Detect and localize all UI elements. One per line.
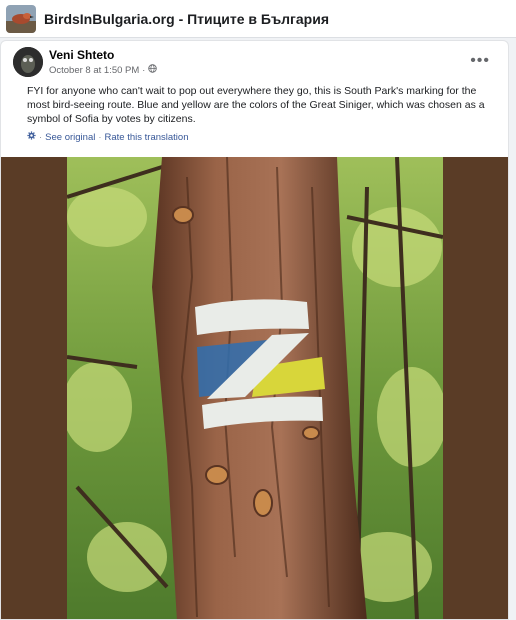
post-header: Veni Shteto October 8 at 1:50 PM · ••• — [13, 47, 496, 81]
post-timestamp[interactable]: October 8 at 1:50 PM — [49, 65, 139, 76]
translate-separator-2: · — [98, 131, 102, 143]
rate-translation-link[interactable]: Rate this translation — [105, 132, 189, 143]
group-thumbnail-icon[interactable] — [6, 4, 36, 33]
more-options-icon[interactable]: ••• — [470, 52, 490, 70]
post-card: Veni Shteto October 8 at 1:50 PM · ••• F… — [0, 40, 509, 620]
author-name[interactable]: Veni Shteto — [49, 48, 114, 62]
group-header-bar: BirdsInBulgaria.org - Птиците в България — [0, 0, 516, 38]
translate-separator-1: · — [39, 131, 43, 143]
group-title[interactable]: BirdsInBulgaria.org - Птиците в България — [44, 11, 329, 27]
gear-icon — [27, 131, 36, 143]
post-meta: October 8 at 1:50 PM · — [49, 64, 158, 76]
post-photo-frame — [1, 157, 508, 619]
author-avatar[interactable] — [13, 47, 43, 77]
globe-icon — [148, 64, 158, 76]
meta-separator: · — [142, 65, 146, 75]
post-photo[interactable] — [67, 157, 443, 619]
translation-links: · See original · Rate this translation — [27, 131, 188, 143]
see-original-link[interactable]: See original — [45, 132, 95, 143]
post-text: FYI for anyone who can't wait to pop out… — [27, 85, 485, 125]
